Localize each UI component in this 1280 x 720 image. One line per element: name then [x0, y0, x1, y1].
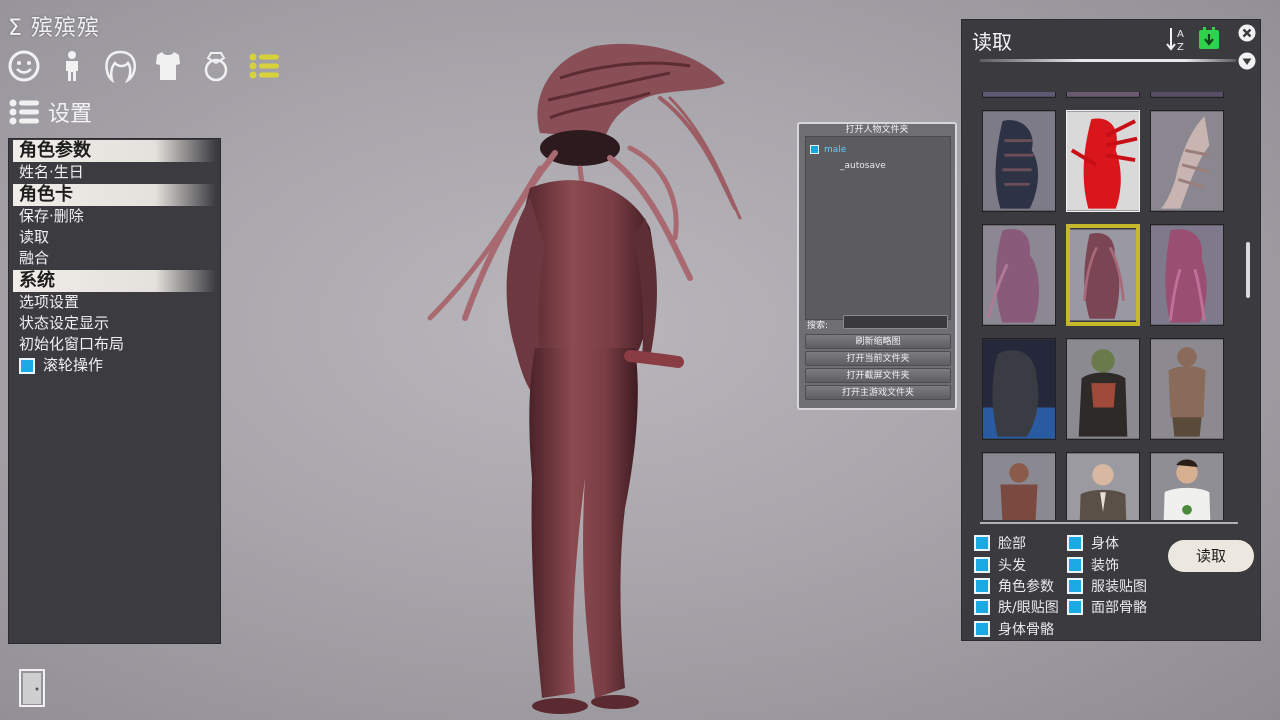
option-label: 身体	[1091, 536, 1119, 552]
option-face-bones[interactable]: 面部骨骼	[1067, 597, 1147, 617]
sort-az-icon[interactable]: A Z	[1166, 26, 1190, 52]
folder-node-autosave[interactable]: _autosave	[840, 161, 886, 171]
load-panel: 读取 A Z 脸部 头发 角色参数 肤/眼贴图 身体骨骼 身体 装饰 服装贴图 …	[961, 19, 1261, 641]
folder-node-male[interactable]: male	[824, 145, 846, 155]
option-clothing-texture[interactable]: 服装贴图	[1067, 576, 1147, 596]
character-card[interactable]	[1150, 452, 1224, 520]
option-skin-eye-texture[interactable]: 肤/眼贴图	[974, 597, 1059, 617]
divider	[980, 522, 1238, 524]
grid-scrollbar[interactable]	[1246, 242, 1250, 298]
option-label: 脸部	[998, 536, 1026, 552]
app-title: Σ 殡殡殡	[8, 16, 100, 41]
clothes-icon[interactable]	[150, 48, 186, 84]
folder-panel-title: 打开人物文件夹	[845, 125, 909, 135]
settings-header: 设置	[8, 96, 92, 128]
character-card[interactable]	[1066, 452, 1140, 520]
checkbox[interactable]	[1067, 599, 1083, 615]
character-card[interactable]	[982, 110, 1056, 212]
chevron-down-icon[interactable]	[1238, 52, 1256, 70]
menu-item-status-display[interactable]: 状态设定显示	[9, 313, 220, 334]
checkbox[interactable]	[974, 578, 990, 594]
settings-title: 设置	[48, 102, 93, 127]
svg-text:A: A	[1177, 29, 1184, 40]
character-card[interactable]	[982, 338, 1056, 440]
search-input[interactable]	[843, 315, 948, 329]
section-system[interactable]: 系统	[13, 270, 216, 292]
option-body-bones[interactable]: 身体骨骼	[974, 619, 1054, 639]
checkbox[interactable]	[974, 621, 990, 637]
left-menu-panel: 角色参数 姓名·生日 角色卡 保存·删除 读取 融合 系统 选项设置 状态设定显…	[8, 138, 221, 644]
character-folder-panel: 打开人物文件夹 male _autosave 搜索: 刷新缩略图 打开当前文件夹…	[797, 122, 957, 410]
character-card[interactable]	[1150, 224, 1224, 326]
menu-item-name-birthday[interactable]: 姓名·生日	[9, 162, 220, 183]
settings-list-icon[interactable]	[246, 48, 282, 84]
menu-item-load[interactable]: 读取	[9, 227, 220, 248]
open-current-folder-button[interactable]: 打开当前文件夹	[805, 351, 951, 366]
save-download-icon[interactable]	[1198, 26, 1220, 50]
face-icon[interactable]	[6, 48, 42, 84]
section-character-params[interactable]: 角色参数	[13, 140, 216, 162]
menu-item-wheel-operation[interactable]: 滚轮操作	[9, 355, 220, 376]
character-card[interactable]	[982, 452, 1056, 520]
folder-button-group: 刷新缩略图 打开当前文件夹 打开截屏文件夹 打开主游戏文件夹	[805, 334, 951, 402]
exit-door-icon[interactable]	[18, 668, 46, 708]
option-label: 头发	[998, 558, 1026, 574]
hair-icon[interactable]	[102, 48, 138, 84]
option-label: 装饰	[1091, 558, 1119, 574]
body-icon[interactable]	[54, 48, 90, 84]
character-card-selected[interactable]	[1066, 110, 1140, 212]
option-face[interactable]: 脸部	[974, 533, 1026, 553]
option-hair[interactable]: 头发	[974, 555, 1026, 575]
checkbox[interactable]	[974, 557, 990, 573]
character-card-highlighted[interactable]	[1066, 224, 1140, 326]
search-label: 搜索:	[807, 321, 829, 331]
accessory-ring-icon[interactable]	[198, 48, 234, 84]
character-card[interactable]	[1066, 92, 1140, 98]
option-label: 服装贴图	[1091, 579, 1147, 595]
menu-item-reset-layout[interactable]: 初始化窗口布局	[9, 334, 220, 355]
character-card[interactable]	[982, 224, 1056, 326]
category-icon-bar	[6, 48, 282, 84]
character-card-grid	[976, 92, 1250, 520]
option-label: 面部骨骼	[1091, 600, 1147, 616]
open-screenshot-folder-button[interactable]: 打开截屏文件夹	[805, 368, 951, 383]
load-panel-title: 读取	[972, 30, 1012, 54]
open-main-game-folder-button[interactable]: 打开主游戏文件夹	[805, 385, 951, 400]
character-card[interactable]	[1150, 338, 1224, 440]
folder-tree[interactable]: male _autosave	[805, 136, 951, 320]
option-character-params[interactable]: 角色参数	[974, 576, 1054, 596]
option-body[interactable]: 身体	[1067, 533, 1119, 553]
menu-item-save-delete[interactable]: 保存·删除	[9, 206, 220, 227]
checkbox[interactable]	[974, 535, 990, 551]
character-card[interactable]	[982, 92, 1056, 98]
svg-text:Z: Z	[1177, 42, 1184, 52]
option-label: 肤/眼贴图	[998, 600, 1059, 616]
checkbox[interactable]	[974, 599, 990, 615]
refresh-thumbnails-button[interactable]: 刷新缩略图	[805, 334, 951, 349]
checkbox[interactable]	[1067, 535, 1083, 551]
menu-item-options[interactable]: 选项设置	[9, 292, 220, 313]
character-card[interactable]	[1066, 338, 1140, 440]
character-card[interactable]	[1150, 92, 1224, 98]
checkbox[interactable]	[1067, 557, 1083, 573]
thumbnail-size-slider[interactable]	[980, 59, 1236, 62]
wheel-label: 滚轮操作	[43, 356, 104, 374]
character-model	[427, 43, 742, 714]
wheel-checkbox[interactable]	[19, 357, 35, 374]
close-icon[interactable]	[1238, 24, 1256, 42]
checkbox[interactable]	[1067, 578, 1083, 594]
character-card[interactable]	[1150, 110, 1224, 212]
option-label: 角色参数	[998, 579, 1054, 595]
folder-node-icon	[810, 145, 819, 154]
list-icon	[9, 99, 39, 125]
option-label: 身体骨骼	[998, 622, 1054, 638]
option-accessories[interactable]: 装饰	[1067, 555, 1119, 575]
menu-item-merge[interactable]: 融合	[9, 248, 220, 269]
section-character-card[interactable]: 角色卡	[13, 184, 216, 206]
load-button[interactable]: 读取	[1168, 540, 1254, 572]
